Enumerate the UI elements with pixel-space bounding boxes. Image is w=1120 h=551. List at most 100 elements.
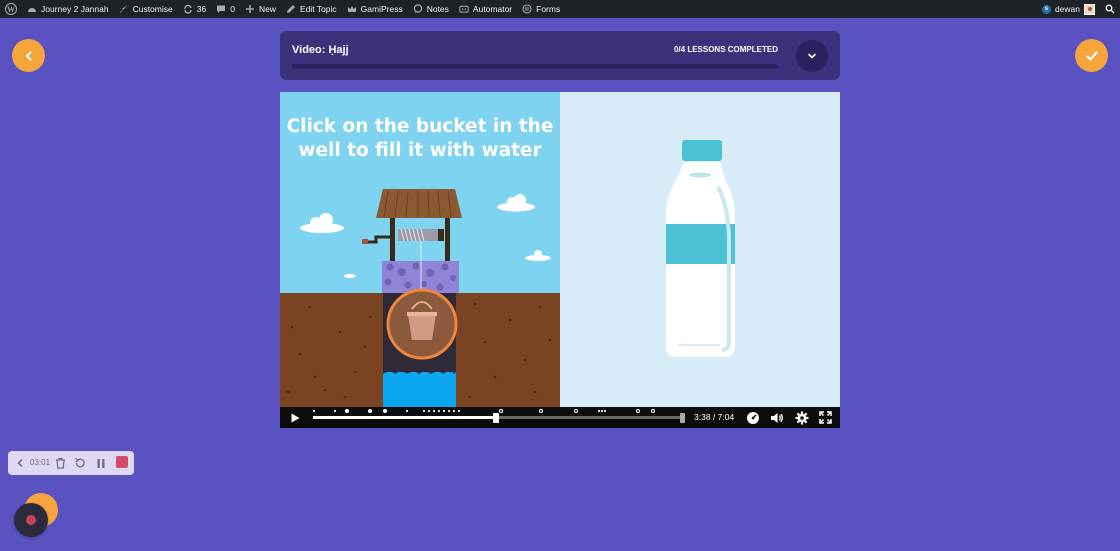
comment-icon — [216, 4, 226, 14]
chevron-left-icon — [17, 458, 23, 468]
playback-speed-button[interactable] — [745, 410, 760, 425]
new-label: New — [258, 4, 276, 14]
settings-button[interactable] — [794, 410, 809, 425]
checkmark-icon — [1085, 50, 1098, 61]
volume-icon — [770, 412, 783, 423]
interaction-marker[interactable] — [651, 409, 655, 413]
pencil-icon — [286, 4, 296, 14]
interaction-marker[interactable] — [433, 410, 435, 412]
crown-icon — [347, 4, 357, 14]
speech-bubble-icon — [413, 4, 423, 14]
interaction-marker[interactable] — [448, 410, 450, 412]
interaction-marker[interactable] — [598, 410, 600, 412]
lesson-list-toggle-button[interactable] — [796, 40, 828, 72]
play-button[interactable] — [288, 411, 302, 425]
interaction-marker[interactable] — [423, 410, 425, 412]
interaction-marker[interactable] — [443, 410, 445, 412]
forms-link[interactable]: Forms — [517, 0, 565, 18]
interaction-marker[interactable] — [636, 409, 640, 413]
comments-count: 0 — [230, 4, 235, 14]
mark-complete-button[interactable] — [1075, 39, 1108, 72]
bucket-hotspot[interactable] — [386, 288, 458, 360]
gamipress-link[interactable]: GamiPress — [342, 0, 408, 18]
interaction-marker[interactable] — [345, 409, 349, 413]
interaction-marker[interactable] — [458, 410, 460, 412]
interaction-marker[interactable] — [334, 410, 336, 412]
video-seek-bar[interactable] — [313, 409, 685, 423]
comments-link[interactable]: 0 — [211, 0, 240, 18]
stop-recording-button[interactable] — [116, 456, 128, 468]
interaction-marker[interactable] — [499, 409, 503, 413]
fullscreen-button[interactable] — [818, 410, 833, 425]
video-player[interactable]: Click on the bucket in the well to fill … — [280, 92, 840, 428]
restart-icon — [75, 457, 85, 468]
pause-icon — [97, 458, 105, 468]
restart-recording-button[interactable] — [73, 456, 87, 470]
speedometer-icon — [746, 411, 759, 424]
interactive-video-frame[interactable]: Click on the bucket in the well to fill … — [280, 92, 840, 407]
interaction-marker[interactable] — [428, 410, 430, 412]
video-instruction-line-2: well to fill it with water — [298, 140, 542, 161]
volume-button[interactable] — [769, 410, 784, 425]
previous-lesson-button[interactable] — [12, 39, 45, 72]
record-dot-icon — [26, 515, 36, 525]
fullscreen-icon — [819, 411, 832, 424]
interaction-marker[interactable] — [383, 409, 387, 413]
video-played-progress — [313, 416, 497, 419]
seek-handle[interactable] — [493, 413, 500, 423]
notes-link[interactable]: Notes — [408, 0, 454, 18]
recording-elapsed-time: 03:01 — [30, 458, 51, 467]
trash-icon — [55, 457, 65, 469]
edit-topic-label: Edit Topic — [299, 4, 337, 14]
username-label: dewan — [1054, 4, 1080, 14]
edit-topic-link[interactable]: Edit Topic — [281, 0, 342, 18]
automator-label: Automator — [472, 4, 513, 14]
lessons-completed-count: 0/4 LESSONS COMPLETED — [673, 45, 778, 54]
wordpress-logo-button[interactable]: W — [0, 0, 22, 18]
robot-icon — [459, 4, 469, 14]
updates-link[interactable]: 36 — [178, 0, 211, 18]
play-icon — [291, 413, 300, 423]
interaction-marker[interactable] — [453, 410, 455, 412]
interaction-marker[interactable] — [539, 409, 543, 413]
plus-icon — [245, 4, 255, 14]
interaction-marker[interactable] — [604, 410, 606, 412]
chevron-left-icon — [25, 51, 31, 60]
interaction-marker[interactable] — [438, 410, 440, 412]
search-icon — [1105, 4, 1115, 14]
wordpress-icon: W — [5, 3, 17, 15]
user-account-menu[interactable]: s dewan — [1037, 0, 1100, 18]
admin-search-button[interactable] — [1100, 0, 1120, 18]
gamipress-label: GamiPress — [360, 4, 403, 14]
lesson-title: Video: Ḥajj — [292, 44, 349, 56]
site-name-link[interactable]: Journey 2 Jannah — [22, 0, 114, 18]
discard-recording-button[interactable] — [53, 456, 67, 470]
updates-count: 36 — [196, 4, 207, 14]
video-instruction-line-1: Click on the bucket in the — [287, 116, 554, 137]
admin-bar: W Journey 2 Jannah Customise 36 0 New Ed… — [0, 0, 1120, 18]
interaction-marker[interactable] — [368, 409, 372, 413]
forms-label: Forms — [536, 4, 561, 14]
recorder-collapse-button[interactable] — [15, 457, 25, 469]
user-badge: s — [1041, 4, 1051, 14]
chevron-down-icon — [808, 53, 816, 59]
customise-label: Customise — [132, 4, 173, 14]
pause-recording-button[interactable] — [94, 456, 108, 470]
interaction-marker[interactable] — [406, 410, 408, 412]
lesson-header: Video: Ḥajj 0/4 LESSONS COMPLETED — [280, 31, 840, 80]
customise-link[interactable]: Customise — [114, 0, 178, 18]
interaction-marker[interactable] — [313, 410, 315, 412]
avatar — [1084, 3, 1095, 15]
brush-icon — [119, 4, 129, 14]
seek-end-handle[interactable] — [680, 413, 685, 423]
update-icon — [183, 4, 193, 14]
lesson-progress-bar — [292, 64, 778, 69]
recorder-toolbar: 03:01 — [8, 451, 134, 475]
forms-icon — [522, 4, 532, 14]
record-button[interactable] — [14, 503, 48, 537]
interaction-marker[interactable] — [574, 409, 578, 413]
new-content-link[interactable]: New — [240, 0, 281, 18]
automator-link[interactable]: Automator — [454, 0, 517, 18]
notes-label: Notes — [426, 4, 449, 14]
interaction-marker[interactable] — [601, 410, 603, 412]
